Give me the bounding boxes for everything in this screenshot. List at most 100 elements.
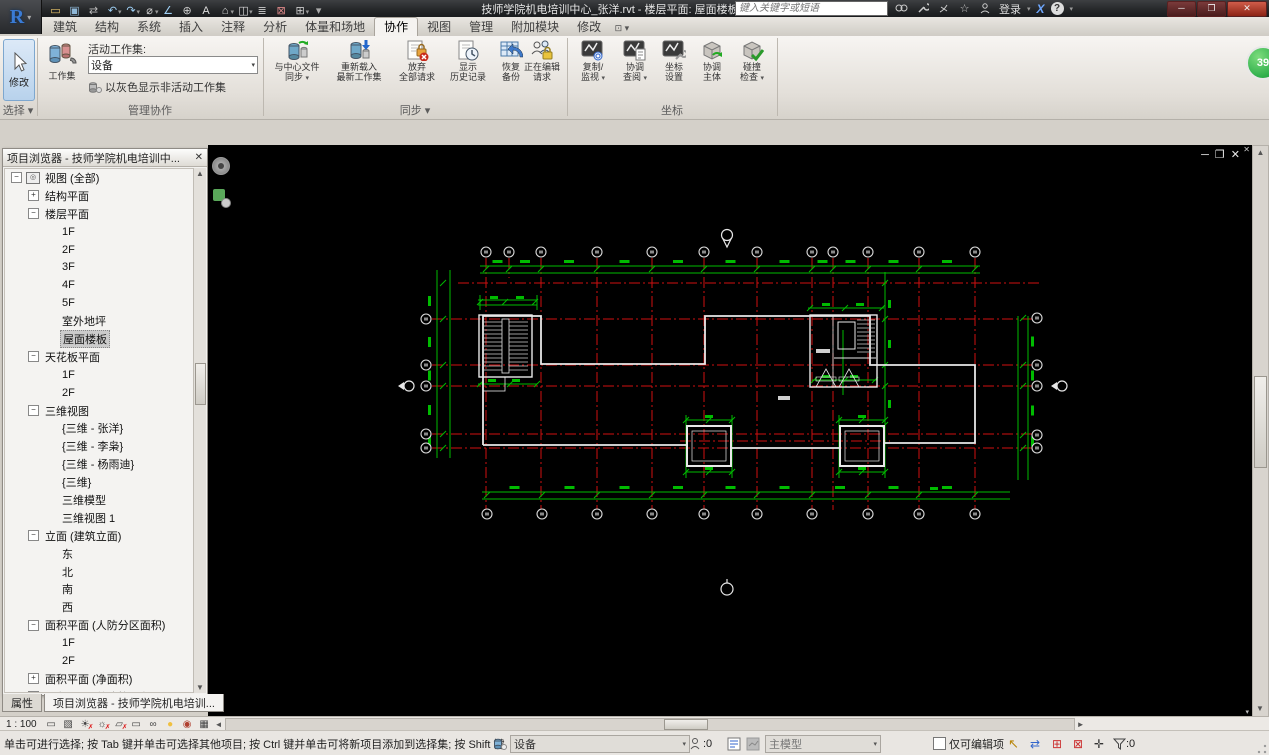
- tree-item-label[interactable]: 东: [60, 546, 75, 562]
- tab-project-browser[interactable]: 项目浏览器 - 技师学院机电培训...: [44, 694, 224, 712]
- tree-item-结构平面[interactable]: + 结构平面: [5, 187, 193, 205]
- tree-item-5F[interactable]: 5F: [5, 294, 193, 312]
- tree-item-2F[interactable]: 2F: [5, 241, 193, 259]
- active-workset-combo[interactable]: 设备 ▾: [88, 56, 258, 74]
- temporary-hide-icon[interactable]: ●: [162, 719, 179, 730]
- collapse-icon[interactable]: −: [28, 619, 39, 631]
- tree-item-面积平面净面积[interactable]: + 面积平面 (净面积): [5, 670, 193, 688]
- exclude-links-icon[interactable]: ⊠: [1073, 731, 1083, 755]
- sign-in-dropdown-icon[interactable]: ▾: [1027, 5, 1031, 13]
- ribbon-tab-管理[interactable]: 管理: [460, 18, 502, 36]
- resize-grip[interactable]: [1257, 744, 1267, 754]
- tree-item-南[interactable]: 南: [5, 580, 193, 598]
- tab-properties[interactable]: 属性: [2, 694, 42, 712]
- expand-icon[interactable]: +: [28, 673, 39, 685]
- expand-icon[interactable]: +: [28, 691, 39, 692]
- tree-item-面积平面总建筑面积[interactable]: + 面积平面 (总建筑面积): [5, 688, 193, 692]
- tree-item-label[interactable]: 三维视图: [43, 403, 91, 419]
- collapse-icon[interactable]: −: [28, 208, 39, 220]
- tree-item-label[interactable]: 3F: [60, 261, 77, 273]
- gray-inactive-toggle[interactable]: 以灰色显示非活动工作集: [88, 79, 226, 95]
- coord-copy-monitor-button[interactable]: 复制/监视 ▾: [572, 39, 614, 101]
- tree-item-立面建筑立面[interactable]: − 立面 (建筑立面): [5, 527, 193, 545]
- tree-item-2F[interactable]: 2F: [5, 652, 193, 670]
- tree-item-label[interactable]: 结构平面: [43, 188, 91, 204]
- selection-filter[interactable]: :0: [1113, 731, 1135, 755]
- sync-sync-with-central-button[interactable]: 与中心文件 同步 ▾: [268, 39, 326, 101]
- panel-display-toggle-icon[interactable]: ⊡ ▾: [615, 23, 630, 33]
- reveal-hidden-icon[interactable]: ∞: [145, 719, 162, 730]
- tree-item-label[interactable]: 2F: [60, 655, 77, 667]
- close-button[interactable]: ✕: [1227, 1, 1267, 17]
- sync-show-history-button[interactable]: 显示 历史记录: [444, 39, 492, 101]
- tree-item-三维视图1[interactable]: 三维视图 1: [5, 509, 193, 527]
- ribbon-tab-建筑[interactable]: 建筑: [44, 18, 86, 36]
- constraints-icon[interactable]: ▦: [196, 719, 213, 730]
- hscroll-right-icon[interactable]: ►: [1075, 720, 1087, 729]
- collapse-icon[interactable]: −: [28, 405, 39, 417]
- view-minimize-icon[interactable]: ─: [1201, 149, 1215, 161]
- sync-panel-label[interactable]: 同步 ▾: [264, 102, 566, 117]
- visual-style-icon[interactable]: ▭: [43, 719, 60, 730]
- tree-item-label[interactable]: 4F: [60, 279, 77, 291]
- horizontal-scroll-thumb[interactable]: [663, 718, 708, 730]
- tree-item-三维视图[interactable]: − 三维视图: [5, 402, 193, 420]
- sync-relinquish-all-button[interactable]: 放弃 全部请求: [392, 39, 442, 101]
- vertical-scroll-thumb[interactable]: [1254, 376, 1267, 468]
- tree-item-label[interactable]: 面积平面 (净面积): [43, 671, 134, 687]
- design-option-combo[interactable]: 主模型 ▾: [765, 735, 881, 753]
- tree-item-label[interactable]: 三维模型: [60, 492, 108, 508]
- move-selection-icon[interactable]: ✛: [1094, 731, 1104, 755]
- tree-item-label[interactable]: 立面 (建筑立面): [43, 528, 123, 544]
- view-restore-icon[interactable]: ❐: [1215, 149, 1231, 161]
- coord-interference-check-button[interactable]: 碰撞 检查 ▾: [732, 39, 772, 101]
- exchange-apps-icon[interactable]: X: [1037, 2, 1045, 16]
- browser-scroll-up-icon[interactable]: ▲: [194, 169, 206, 178]
- press-drag-icon[interactable]: ↖: [1008, 731, 1019, 755]
- tree-item-label[interactable]: 屋面楼板: [60, 329, 110, 348]
- tree-item-三维-杨雨迪[interactable]: {三维 - 杨雨迪}: [5, 455, 193, 473]
- navbar-options-icon[interactable]: ▾: [1245, 708, 1249, 716]
- tree-item-4F[interactable]: 4F: [5, 276, 193, 294]
- tree-item-2F[interactable]: 2F: [5, 384, 193, 402]
- minimize-button[interactable]: ─: [1167, 1, 1196, 17]
- help-dropdown-icon[interactable]: ▾: [1070, 5, 1074, 13]
- view-scale-button[interactable]: 1 : 100: [6, 719, 37, 730]
- sign-in-button[interactable]: 登录: [999, 1, 1021, 17]
- tree-item-label[interactable]: 三维视图 1: [60, 510, 117, 526]
- ribbon-tab-插入[interactable]: 插入: [170, 18, 212, 36]
- tree-item-楼层平面[interactable]: − 楼层平面: [5, 205, 193, 223]
- wrench-icon[interactable]: [915, 2, 930, 15]
- modify-button[interactable]: 修改: [3, 39, 35, 101]
- ribbon-tab-协作[interactable]: 协作: [374, 17, 419, 36]
- application-menu-button[interactable]: R ▾: [0, 0, 42, 34]
- collapse-icon[interactable]: −: [28, 530, 39, 542]
- tree-item-label[interactable]: 楼层平面: [43, 206, 91, 222]
- tree-item-label[interactable]: 1F: [60, 369, 77, 381]
- tree-item-三维模型[interactable]: 三维模型: [5, 491, 193, 509]
- coord-coordination-settings-button[interactable]: 坐标 设置: [656, 39, 692, 101]
- sync-editing-requests-button[interactable]: 正在编辑 请求: [518, 39, 566, 101]
- tree-item-label[interactable]: 面积平面 (人防分区面积): [43, 617, 167, 633]
- worksets-button[interactable]: 工作集: [42, 40, 82, 81]
- sync-reload-latest-button[interactable]: 重新载入 最新工作集: [328, 39, 390, 101]
- tree-item-label[interactable]: 5F: [60, 297, 77, 309]
- collapse-icon[interactable]: −: [28, 351, 39, 363]
- ribbon-tab-注释[interactable]: 注释: [212, 18, 254, 36]
- shaded-icon[interactable]: ▧: [60, 719, 77, 730]
- browser-close-icon[interactable]: ✕: [195, 152, 203, 163]
- select-panel-label[interactable]: 选择 ▾: [0, 102, 36, 117]
- tree-item-label[interactable]: {三维}: [60, 474, 93, 490]
- hscroll-left-icon[interactable]: ◄: [213, 720, 225, 729]
- coord-coordination-review-button[interactable]: 协调 查阅 ▾: [616, 39, 654, 101]
- floor-plan-svg[interactable]: [208, 145, 1252, 716]
- tree-item-面积平面人防分区面积[interactable]: − 面积平面 (人防分区面积): [5, 616, 193, 634]
- browser-scrollbar[interactable]: ▲ ▼: [193, 168, 206, 693]
- crop-view-icon[interactable]: ▱ ✗: [111, 719, 127, 731]
- tree-item-label[interactable]: {三维 - 张洋}: [60, 420, 125, 436]
- shadows-icon[interactable]: ☼ ✗: [94, 719, 111, 731]
- horizontal-scrollbar[interactable]: [224, 717, 1075, 731]
- ribbon-tab-视图[interactable]: 视图: [418, 18, 460, 36]
- show-crop-icon[interactable]: ▭: [128, 719, 145, 730]
- tree-item-室外地坪[interactable]: 室外地坪: [5, 312, 193, 330]
